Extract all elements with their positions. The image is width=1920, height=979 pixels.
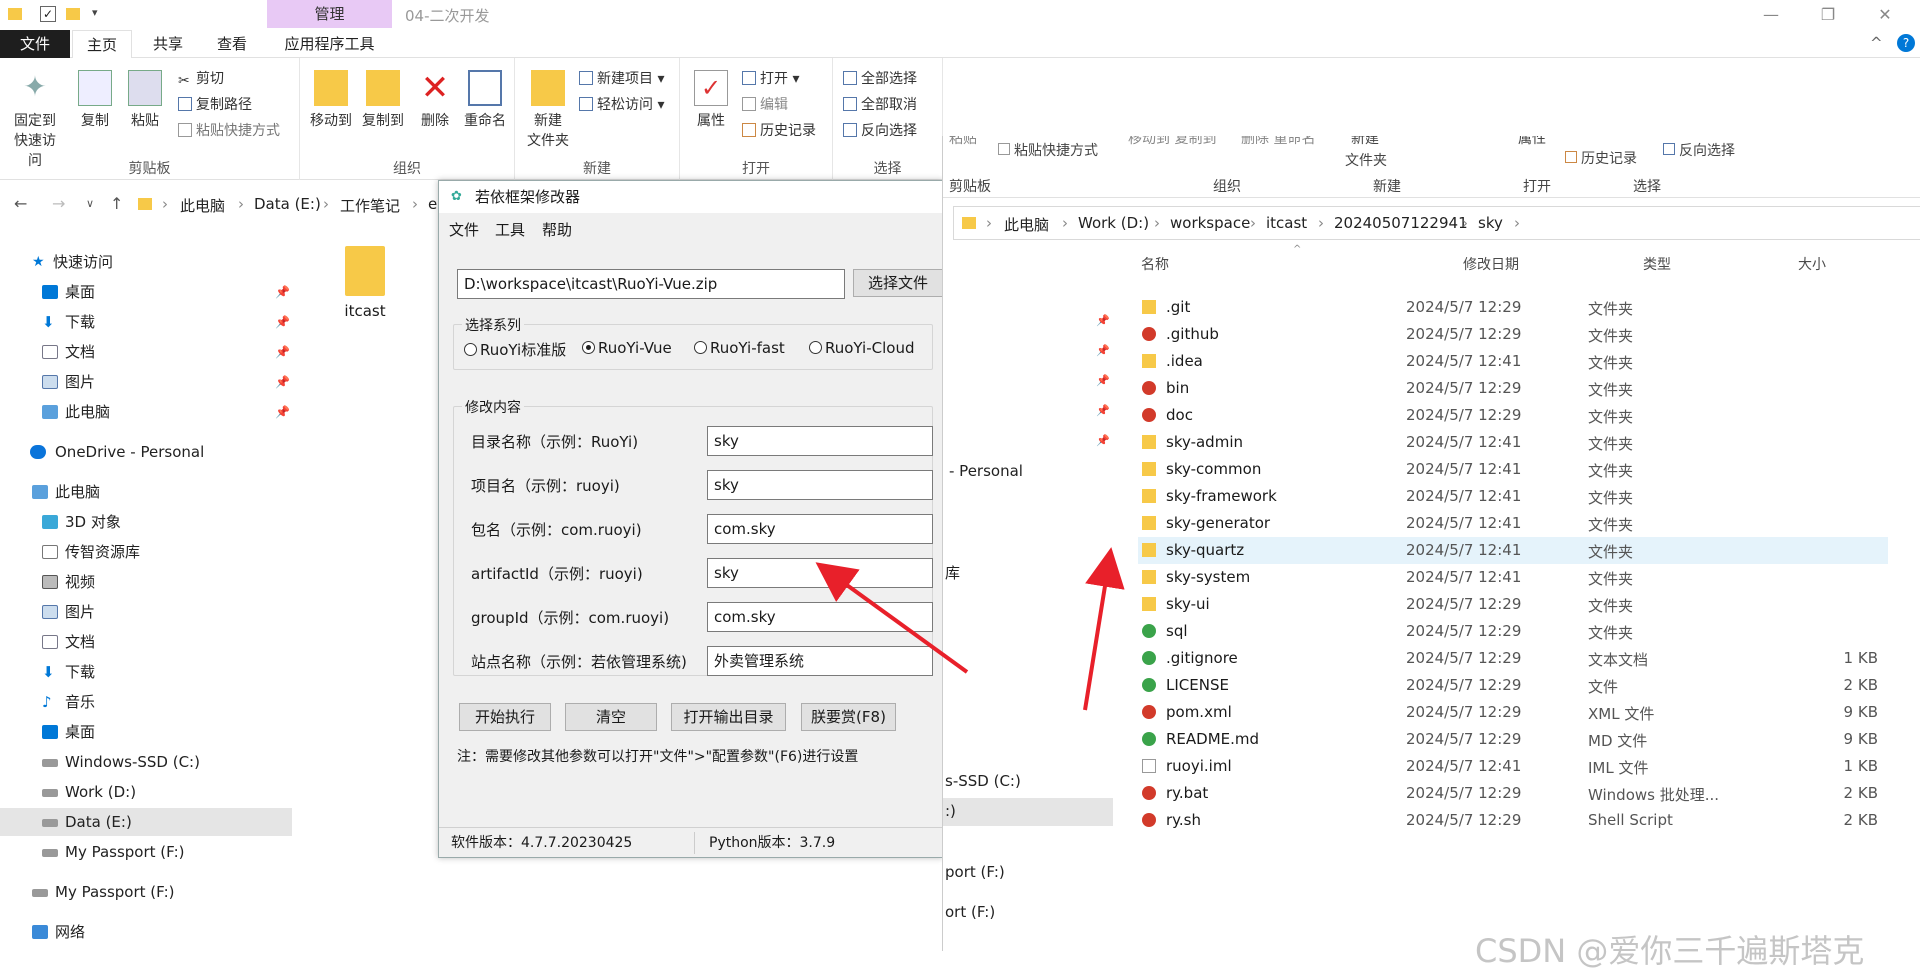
arrow-to-sky-quartz <box>1083 547 1125 711</box>
annotation-arrows <box>815 547 1125 711</box>
arrow-to-artifact <box>815 562 969 674</box>
csdn-watermark: CSDN @爱你三千遍斯塔克 <box>1475 932 1865 970</box>
